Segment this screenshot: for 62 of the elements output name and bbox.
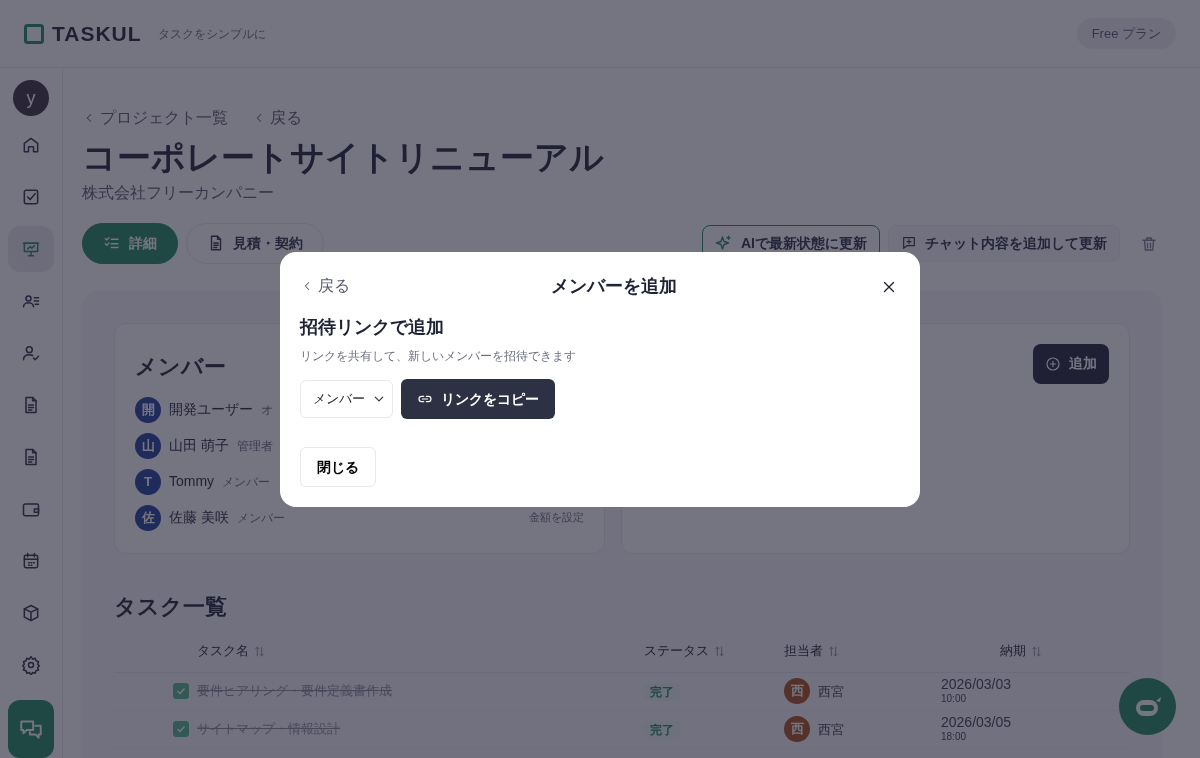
settings-icon (21, 655, 41, 675)
member-avatar: 開 (135, 396, 161, 423)
sort-icon (1029, 644, 1043, 658)
user-check-icon (21, 343, 41, 363)
column-header[interactable]: タスク名 (197, 641, 249, 661)
role-select[interactable]: メンバー (300, 380, 393, 418)
section-title: タスク一覧 (114, 592, 228, 621)
tab[interactable]: 詳細 (82, 222, 178, 264)
modal-title: メンバーを追加 (551, 274, 677, 298)
sparkle-icon (715, 234, 733, 252)
column-header[interactable]: 担当者 (784, 641, 823, 661)
close-dialog-button[interactable]: 閉じる (300, 447, 376, 487)
status-badge: 完了 (644, 720, 680, 739)
status-badge: 完了 (644, 682, 680, 701)
home-icon (21, 135, 41, 155)
column-header[interactable]: ステータス (644, 641, 709, 661)
chat-button[interactable] (8, 700, 54, 758)
due-time: 10:00 (941, 691, 968, 706)
checkbox[interactable] (173, 721, 189, 737)
calendar-icon (21, 551, 41, 571)
member-name: 佐藤 美咲 (169, 508, 229, 527)
column-header[interactable]: 納期 (999, 641, 1026, 661)
box-icon (21, 603, 41, 623)
card-title: メンバー (135, 352, 226, 381)
checkbox-icon (21, 187, 41, 207)
assignee-avatar: 西 (784, 678, 810, 704)
logo-icon (24, 23, 44, 44)
assignee-name: 西宮 (818, 722, 844, 736)
project-title: コーポレートサイトリニューアル (82, 137, 605, 178)
due-time: 18:00 (941, 729, 968, 744)
client-name: 株式会社フリーカンパニー (82, 182, 275, 203)
check-icon (175, 685, 187, 697)
check-icon (175, 723, 187, 735)
section-title: 招待リンクで追加 (300, 316, 445, 339)
breadcrumb-link[interactable]: 戻る (252, 106, 302, 130)
back-button[interactable]: 戻る (300, 274, 350, 298)
logo-text: TASKUL (52, 20, 142, 47)
chat-plus-icon (901, 235, 917, 251)
trash-icon (1140, 234, 1158, 253)
due-date: 2026/03/05 (941, 714, 1013, 729)
presentation-icon (21, 239, 41, 259)
plus-circle-icon (1045, 355, 1061, 372)
add-button[interactable]: 追加 (1033, 343, 1109, 384)
member-name: 開発ユーザー (169, 400, 253, 419)
member-avatar: 山 (135, 432, 161, 459)
checkbox[interactable] (173, 683, 189, 699)
member-name: 山田 萌子 (169, 436, 229, 455)
description: リンクを共有して、新しいメンバーを招待できます (300, 348, 577, 365)
user-avatar[interactable]: y (13, 80, 49, 116)
sort-icon (827, 644, 840, 658)
member-avatar: T (135, 468, 161, 495)
due-date: 2026/03/03 (941, 676, 1013, 691)
assignee-name: 西宮 (818, 684, 844, 698)
member-name: Tommy (169, 472, 215, 491)
copy-link-button[interactable]: リンクをコピー (401, 379, 555, 419)
member-avatar: 佐 (135, 504, 161, 531)
sidebar-item[interactable] (8, 226, 54, 272)
sort-icon (713, 644, 726, 658)
chat-update-button[interactable]: チャット内容を追加して更新 (888, 224, 1120, 262)
tab[interactable]: 見積・契約 (186, 222, 324, 264)
assignee-avatar: 西 (784, 716, 810, 742)
sort-icon (253, 644, 266, 658)
